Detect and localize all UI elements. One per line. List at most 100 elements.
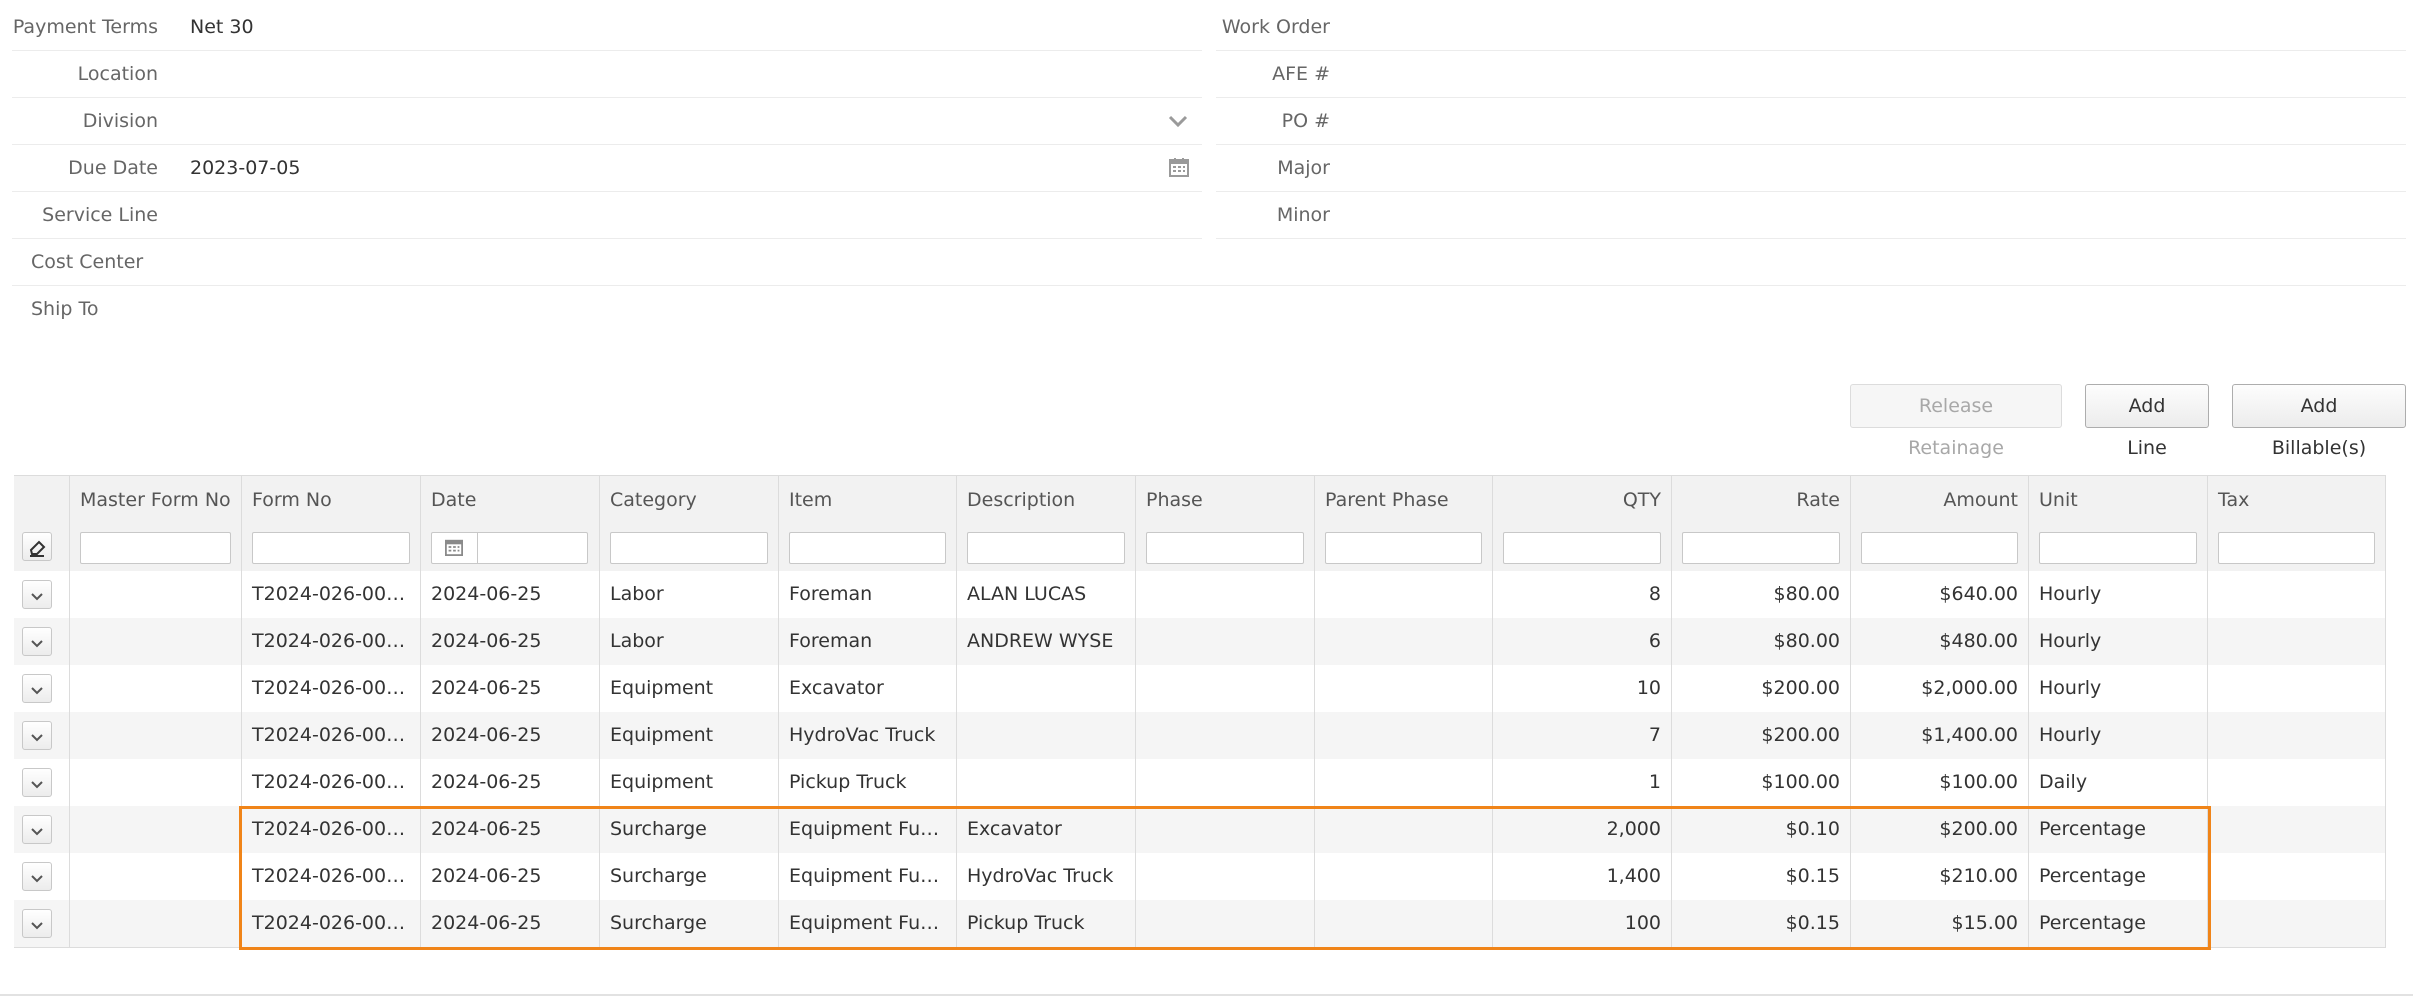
location-row: Location [12, 51, 1202, 98]
filter-cell-date [421, 524, 600, 571]
cell-date: 2024-06-25 [421, 853, 600, 900]
column-header-category[interactable]: Category [600, 476, 779, 524]
table-row[interactable]: T2024-026-000-0022024-06-25LaborForemanA… [14, 571, 2386, 619]
filter-cell-expand [14, 524, 70, 571]
filter-master-form-no-input[interactable] [80, 532, 231, 564]
division-row[interactable]: Division [12, 98, 1202, 145]
cost-center-row: Cost Center [12, 239, 2406, 286]
column-header-rate[interactable]: Rate [1672, 476, 1851, 524]
cell-qty: 1,400 [1493, 853, 1672, 900]
chevron-down-icon[interactable] [22, 862, 52, 891]
chevron-down-icon[interactable] [22, 815, 52, 844]
cell-date: 2024-06-25 [421, 759, 600, 806]
cell-amount: $100.00 [1851, 759, 2029, 806]
table-row[interactable]: T2024-026-000-0022024-06-25EquipmentHydr… [14, 712, 2386, 760]
cell-phase [1136, 712, 1315, 759]
filter-cell-unit [2029, 524, 2208, 571]
cell-tax [2208, 712, 2386, 759]
cell-form-no: T2024-026-000-002 [242, 806, 421, 853]
cell-category: Equipment [600, 712, 779, 759]
release-retainage-button[interactable]: Release Retainage [1850, 384, 2062, 459]
cell-qty: 100 [1493, 900, 1672, 947]
due-date-row[interactable]: Due Date 2023-07-05 [12, 145, 1202, 192]
filter-rate-input[interactable] [1682, 532, 1840, 564]
cell-parent-phase [1315, 712, 1493, 759]
table-row[interactable]: T2024-026-000-0022024-06-25SurchargeEqui… [14, 900, 2386, 948]
column-header-parent-phase[interactable]: Parent Phase [1315, 476, 1493, 524]
filter-description-input[interactable] [967, 532, 1125, 564]
cell-tax [2208, 759, 2386, 806]
calendar-icon[interactable] [445, 538, 463, 561]
payment-terms-value[interactable]: Net 30 [190, 4, 254, 50]
cell-description [957, 665, 1136, 712]
filter-parent-phase-input[interactable] [1325, 532, 1482, 564]
filter-category-input[interactable] [610, 532, 768, 564]
cell-rate: $200.00 [1672, 712, 1851, 759]
column-header-date[interactable]: Date [421, 476, 600, 524]
cell-amount: $210.00 [1851, 853, 2029, 900]
add-line-button[interactable]: Add Line [2085, 384, 2209, 459]
chevron-down-icon[interactable] [1168, 112, 1188, 134]
filter-form-no-input[interactable] [252, 532, 410, 564]
calendar-icon[interactable] [1169, 157, 1189, 182]
chevron-down-icon[interactable] [22, 627, 52, 656]
cell-tax [2208, 665, 2386, 712]
chevron-down-icon[interactable] [22, 721, 52, 750]
filter-qty-input[interactable] [1503, 532, 1661, 564]
cell-amount: $15.00 [1851, 900, 2029, 947]
grid-filter-row [14, 524, 2386, 572]
table-row[interactable]: T2024-026-000-0022024-06-25EquipmentPick… [14, 759, 2386, 807]
table-row[interactable]: T2024-026-000-0022024-06-25SurchargeEqui… [14, 853, 2386, 901]
cell-date: 2024-06-25 [421, 712, 600, 759]
column-header-master-form-no[interactable]: Master Form No [70, 476, 242, 524]
chevron-down-icon[interactable] [22, 674, 52, 703]
afe-row: AFE # [1216, 51, 2406, 98]
cell-amount: $1,400.00 [1851, 712, 2029, 759]
chevron-down-icon[interactable] [22, 768, 52, 797]
cell-date: 2024-06-25 [421, 900, 600, 947]
cell-description: ANDREW WYSE [957, 618, 1136, 665]
filter-phase-input[interactable] [1146, 532, 1304, 564]
table-row[interactable]: T2024-026-000-0022024-06-25SurchargeEqui… [14, 806, 2386, 854]
filter-cell-qty [1493, 524, 1672, 571]
filter-unit-input[interactable] [2039, 532, 2197, 564]
column-header-qty[interactable]: QTY [1493, 476, 1672, 524]
cell-master-form-no [70, 712, 242, 759]
add-billables-button[interactable]: Add Billable(s) [2232, 384, 2406, 459]
filter-item-input[interactable] [789, 532, 946, 564]
major-label: Major [1277, 157, 1330, 179]
column-header-item[interactable]: Item [779, 476, 957, 524]
cell-master-form-no [70, 571, 242, 618]
po-label: PO # [1281, 110, 1330, 132]
column-header-unit[interactable]: Unit [2029, 476, 2208, 524]
column-header-phase[interactable]: Phase [1136, 476, 1315, 524]
table-row[interactable]: T2024-026-000-0022024-06-25EquipmentExca… [14, 665, 2386, 713]
cell-description: ALAN LUCAS [957, 571, 1136, 618]
chevron-down-icon[interactable] [22, 580, 52, 609]
column-header-expand [14, 476, 70, 524]
cell-description: Excavator [957, 806, 1136, 853]
clear-filter-eraser-icon[interactable] [22, 532, 52, 561]
cell-unit: Percentage [2029, 806, 2208, 853]
cell-rate: $0.15 [1672, 853, 1851, 900]
cell-category: Surcharge [600, 806, 779, 853]
filter-amount-input[interactable] [1861, 532, 2018, 564]
table-row[interactable]: T2024-026-000-0022024-06-25LaborForemanA… [14, 618, 2386, 666]
cell-parent-phase [1315, 806, 1493, 853]
filter-tax-input[interactable] [2218, 532, 2375, 564]
chevron-down-icon[interactable] [22, 909, 52, 938]
cell-unit: Hourly [2029, 571, 2208, 618]
column-header-tax[interactable]: Tax [2208, 476, 2386, 524]
cost-center-label: Cost Center [31, 251, 144, 273]
cell-tax [2208, 571, 2386, 618]
due-date-value[interactable]: 2023-07-05 [190, 145, 300, 191]
column-header-description[interactable]: Description [957, 476, 1136, 524]
cell-parent-phase [1315, 900, 1493, 947]
cell-item: Equipment Fuel S... [779, 853, 957, 900]
cell-phase [1136, 571, 1315, 618]
cell-rate: $100.00 [1672, 759, 1851, 806]
column-header-amount[interactable]: Amount [1851, 476, 2029, 524]
grid-header: Master Form No Form No Date Category Item Des… [14, 476, 2386, 525]
column-header-form-no[interactable]: Form No [242, 476, 421, 524]
ship-to-row: Ship To [12, 286, 2406, 332]
